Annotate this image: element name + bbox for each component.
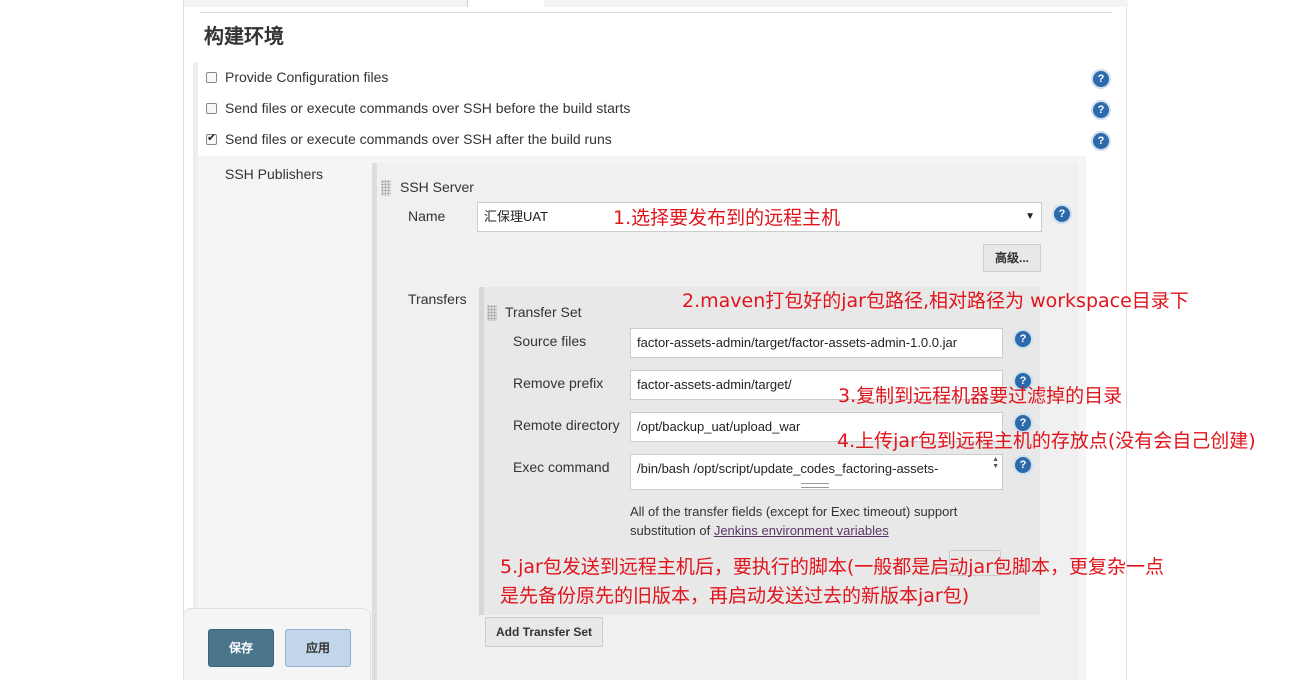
exec-command-textarea[interactable]: /bin/bash /opt/script/update_codes_facto… <box>630 454 1003 490</box>
apply-button[interactable]: 应用 <box>285 629 351 667</box>
annotation-5-line-1: 5.jar包发送到远程主机后，要执行的脚本(一般都是启动jar包脚本，更复杂一点 <box>500 556 1165 578</box>
exec-command-value: /bin/bash /opt/script/update_codes_facto… <box>637 461 939 476</box>
advanced-button[interactable]: 高级... <box>983 244 1041 272</box>
dropdown-arrow-icon: ▼ <box>1025 211 1035 222</box>
option-ssh-after[interactable]: Send files or execute commands over SSH … <box>206 130 612 148</box>
tab-active[interactable] <box>467 0 544 7</box>
drag-handle-icon[interactable] <box>381 180 391 196</box>
ssh-server-header: SSH Server <box>400 179 474 195</box>
annotation-1: 1.选择要发布到的远程主机 <box>613 207 841 229</box>
provide-config-checkbox[interactable] <box>206 71 217 83</box>
ssh-after-checkbox[interactable] <box>206 131 217 145</box>
help-icon[interactable]: ? <box>1013 329 1033 349</box>
help-icon[interactable]: ? <box>1052 204 1072 224</box>
source-files-input[interactable]: factor-assets-admin/target/factor-assets… <box>630 328 1003 358</box>
option-provide-config[interactable]: Provide Configuration files <box>206 68 388 86</box>
option-ssh-before[interactable]: Send files or execute commands over SSH … <box>206 99 630 117</box>
note-line-1: All of the transfer fields (except for E… <box>630 504 958 519</box>
option-label: Send files or execute commands over SSH … <box>225 131 612 147</box>
option-label: Send files or execute commands over SSH … <box>225 100 631 116</box>
help-icon[interactable]: ? <box>1091 69 1111 89</box>
section-divider <box>200 12 1112 13</box>
transfer-set-header: Transfer Set <box>505 304 582 320</box>
jenkins-env-vars-link[interactable]: Jenkins environment variables <box>714 523 889 538</box>
help-icon[interactable]: ? <box>1013 455 1033 475</box>
name-label: Name <box>408 208 446 224</box>
note-line-2: substitution of Jenkins environment vari… <box>630 521 1000 540</box>
tab-inactive[interactable] <box>543 0 1128 7</box>
source-files-label: Source files <box>513 333 587 349</box>
ssh-publishers-label: SSH Publishers <box>225 166 324 182</box>
note-prefix: substitution of <box>630 523 714 538</box>
transfers-label: Transfers <box>408 291 467 307</box>
server-name-value: 汇保理UAT <box>484 209 549 224</box>
add-transfer-set-button[interactable]: Add Transfer Set <box>485 617 603 647</box>
remove-prefix-label: Remove prefix <box>513 375 604 391</box>
option-label: Provide Configuration files <box>225 69 389 85</box>
help-icon[interactable]: ? <box>1091 100 1111 120</box>
transfer-note: All of the transfer fields (except for E… <box>630 502 1000 540</box>
annotation-5-line-2: 是先备份原先的旧版本，再启动发送过去的新版本jar包) <box>500 585 970 607</box>
spinner-icon[interactable]: ▲ ▼ <box>992 456 999 470</box>
resize-grip-icon[interactable] <box>801 483 829 488</box>
annotation-3: 3.复制到远程机器要过滤掉的目录 <box>838 385 1123 407</box>
section-title: 构建环境 <box>204 24 284 48</box>
exec-command-label: Exec command <box>513 459 610 475</box>
drag-handle-icon[interactable] <box>487 305 497 321</box>
help-icon[interactable]: ? <box>1091 131 1111 151</box>
annotation-2: 2.maven打包好的jar包路径,相对路径为 workspace目录下 <box>682 290 1189 312</box>
remote-directory-label: Remote directory <box>513 417 620 433</box>
annotation-4: 4.上传jar包到远程主机的存放点(没有会自己创建) <box>837 430 1256 452</box>
save-button[interactable]: 保存 <box>208 629 274 667</box>
ssh-before-checkbox[interactable] <box>206 102 217 114</box>
